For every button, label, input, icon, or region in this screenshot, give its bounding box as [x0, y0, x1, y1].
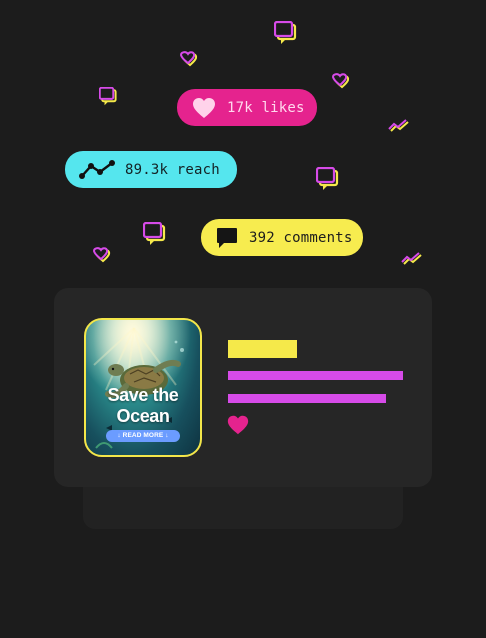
- poster-title-line-1: Save the: [107, 385, 179, 405]
- floating-heart-icon: [331, 73, 350, 89]
- comments-stat-pill: 392 comments: [201, 219, 363, 256]
- reach-label: 89.3k reach: [125, 161, 220, 178]
- trend-line-icon: [79, 159, 115, 180]
- floating-trend-icon: [388, 119, 409, 132]
- text-placeholder-bar: [228, 371, 403, 380]
- read-more-button[interactable]: ↓ READ MORE ↓: [106, 430, 180, 442]
- poster-title: Save the Ocean: [86, 385, 200, 427]
- floating-heart-icon: [92, 247, 111, 263]
- comments-label: 392 comments: [249, 229, 353, 246]
- title-placeholder-bar: [228, 340, 297, 358]
- likes-stat-pill: 17k likes: [177, 89, 317, 126]
- floating-comment-icon: [274, 21, 297, 44]
- floating-comment-icon: [99, 87, 117, 106]
- poster-title-line-2: Ocean: [116, 406, 170, 426]
- likes-label: 17k likes: [227, 99, 305, 116]
- post-thumbnail[interactable]: Save the Ocean ↓ READ MORE ↓: [84, 318, 202, 457]
- heart-icon: [191, 97, 217, 119]
- reach-stat-pill: 89.3k reach: [65, 151, 237, 188]
- floating-comment-icon: [316, 167, 339, 190]
- text-placeholder-bar: [228, 394, 386, 403]
- floating-comment-icon: [143, 222, 166, 245]
- like-heart-icon[interactable]: [226, 414, 250, 440]
- comment-bubble-icon: [215, 226, 239, 250]
- post-card[interactable]: Save the Ocean ↓ READ MORE ↓: [54, 288, 432, 487]
- floating-heart-icon: [179, 51, 198, 67]
- floating-trend-icon: [401, 252, 422, 265]
